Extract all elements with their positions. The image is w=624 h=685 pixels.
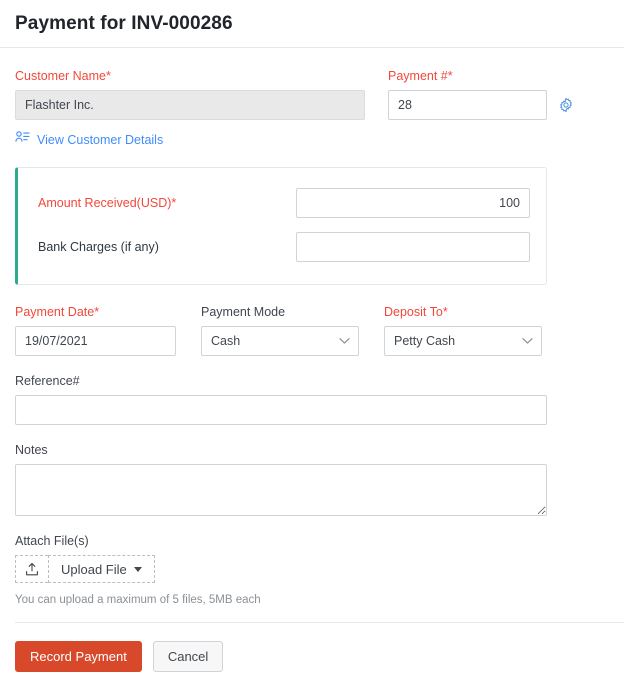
cancel-button[interactable]: Cancel <box>153 641 223 672</box>
amount-received-input[interactable] <box>296 188 530 218</box>
notes-textarea[interactable] <box>15 464 547 516</box>
deposit-to-group: Deposit To* <box>384 304 542 356</box>
payment-mode-select-wrap <box>201 326 359 356</box>
payment-form: Customer Name* View Customer Details <box>0 48 624 606</box>
payment-date-label: Payment Date* <box>15 304 176 320</box>
customer-payment-row: Customer Name* View Customer Details <box>15 48 609 149</box>
view-customer-details-link[interactable]: View Customer Details <box>15 130 163 149</box>
upload-file-label: Upload File <box>61 562 127 577</box>
payment-mode-select[interactable] <box>201 326 359 356</box>
payment-number-group: Payment #* <box>388 68 576 149</box>
deposit-to-select-wrap <box>384 326 542 356</box>
attach-files-label: Attach File(s) <box>15 533 609 549</box>
caret-down-icon <box>134 567 142 572</box>
payment-mode-group: Payment Mode <box>201 304 359 356</box>
contact-card-icon <box>15 130 30 149</box>
page-title: Payment for INV-000286 <box>15 13 233 35</box>
attach-files-group: Attach File(s) Upload File You can uploa… <box>15 533 609 606</box>
amount-received-row: Amount Received(USD)* <box>38 188 530 218</box>
deposit-to-label: Deposit To* <box>384 304 542 320</box>
upload-icon[interactable] <box>15 555 48 583</box>
view-customer-details-label: View Customer Details <box>37 133 163 147</box>
payment-mode-label: Payment Mode <box>201 304 359 320</box>
payment-number-row <box>388 90 576 120</box>
reference-label: Reference# <box>15 373 547 389</box>
gear-icon[interactable] <box>558 97 574 113</box>
notes-label: Notes <box>15 442 547 458</box>
bank-charges-label: Bank Charges (if any) <box>38 240 296 254</box>
deposit-to-select[interactable] <box>384 326 542 356</box>
upload-file-group: Upload File <box>15 555 155 583</box>
record-payment-button[interactable]: Record Payment <box>15 641 142 672</box>
reference-group: Reference# <box>15 373 547 425</box>
customer-name-input[interactable] <box>15 90 365 120</box>
attach-files-hint: You can upload a maximum of 5 files, 5MB… <box>15 594 609 606</box>
notes-group: Notes <box>15 442 547 516</box>
payment-date-input[interactable] <box>15 326 176 356</box>
payment-form-page: Payment for INV-000286 Customer Name* <box>0 0 624 685</box>
bank-charges-row: Bank Charges (if any) <box>38 232 530 262</box>
payment-number-label: Payment #* <box>388 68 576 84</box>
payment-date-group: Payment Date* <box>15 304 176 356</box>
date-mode-deposit-row: Payment Date* Payment Mode Deposit To* <box>15 304 609 356</box>
page-header: Payment for INV-000286 <box>0 0 624 48</box>
footer-actions: Record Payment Cancel <box>0 623 624 672</box>
reference-input[interactable] <box>15 395 547 425</box>
payment-number-input[interactable] <box>388 90 547 120</box>
upload-file-button[interactable]: Upload File <box>48 555 155 583</box>
amount-panel: Amount Received(USD)* Bank Charges (if a… <box>15 167 547 285</box>
customer-name-group: Customer Name* View Customer Details <box>15 68 365 149</box>
customer-name-label: Customer Name* <box>15 68 365 84</box>
bank-charges-input[interactable] <box>296 232 530 262</box>
amount-received-label: Amount Received(USD)* <box>38 196 296 210</box>
